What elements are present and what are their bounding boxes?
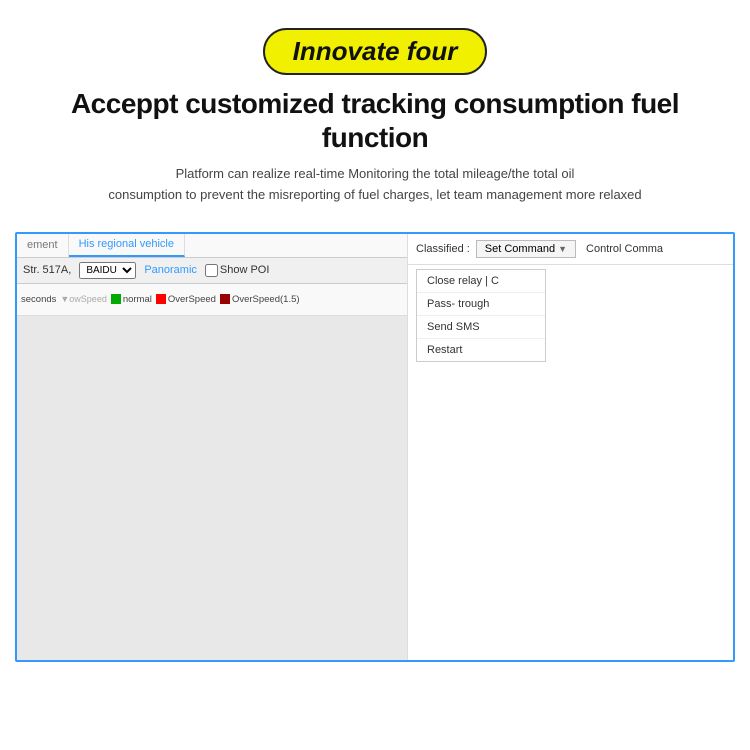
- control-dropdown-menu: Close relay | C Pass- trough Send SMS Re…: [416, 269, 546, 362]
- map-tabs: ement His regional vehicle: [17, 234, 407, 258]
- menu-item-close-relay[interactable]: Close relay | C: [417, 270, 545, 293]
- legend-overspeed: OverSpeed: [156, 294, 216, 305]
- map-panel: ement His regional vehicle Str. 517A, BA…: [17, 234, 407, 660]
- tab-regional[interactable]: His regional vehicle: [69, 234, 185, 257]
- show-poi-checkbox[interactable]: [205, 264, 218, 277]
- badge-text: Innovate four: [293, 36, 458, 66]
- control-command-label: Control Comma: [586, 243, 663, 255]
- legend-overspeed15: OverSpeed(1.5): [220, 294, 300, 305]
- dropdown-arrow-icon: ▼: [558, 244, 567, 254]
- right-toolbar: Classified : Set Command ▼ Control Comma: [408, 234, 733, 265]
- show-poi-label[interactable]: Show POI: [205, 264, 270, 277]
- page-wrapper: Innovate four Acceppt customized trackin…: [0, 0, 750, 750]
- sub-text-line2: consumption to prevent the misreporting …: [108, 187, 641, 202]
- tab-ement[interactable]: ement: [17, 234, 69, 257]
- top-section: Innovate four Acceppt customized trackin…: [0, 0, 750, 222]
- sub-text-line1: Platform can realize real-time Monitorin…: [176, 166, 575, 181]
- menu-item-restart[interactable]: Restart: [417, 339, 545, 361]
- innovate-badge: Innovate four: [263, 28, 488, 75]
- map-source-select[interactable]: BAIDU: [79, 262, 136, 279]
- menu-item-pass-through[interactable]: Pass- trough: [417, 293, 545, 316]
- sub-text: Platform can realize real-time Monitorin…: [20, 164, 730, 206]
- street-text: Str. 517A,: [23, 264, 71, 276]
- main-title: Acceppt customized tracking consumption …: [20, 87, 730, 154]
- classified-label: Classified :: [416, 243, 470, 255]
- map-toolbar: Str. 517A, BAIDU Panoramic Show POI: [17, 258, 407, 284]
- panoramic-link[interactable]: Panoramic: [144, 264, 197, 276]
- screenshot-container: ement His regional vehicle Str. 517A, BA…: [15, 232, 735, 662]
- right-panel: Classified : Set Command ▼ Control Comma…: [407, 234, 733, 660]
- speed-legend: seconds ▼owSpeed normal OverSpeed OverSp…: [17, 284, 407, 316]
- menu-item-send-sms[interactable]: Send SMS: [417, 316, 545, 339]
- set-command-button[interactable]: Set Command ▼: [476, 240, 576, 258]
- legend-normal: normal: [111, 294, 152, 305]
